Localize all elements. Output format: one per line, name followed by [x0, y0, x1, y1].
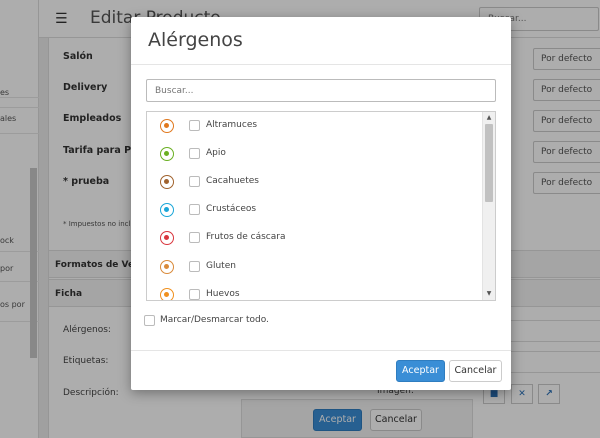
- list-item[interactable]: Crustáceos: [147, 196, 483, 224]
- nuts-icon: [160, 231, 174, 245]
- allergen-label: Huevos: [206, 289, 240, 299]
- allergen-checkbox[interactable]: [189, 289, 200, 300]
- gluten-icon: [160, 260, 174, 274]
- allergen-label: Gluten: [206, 261, 236, 271]
- celery-icon: [160, 147, 174, 161]
- scroll-up-icon[interactable]: ▲: [483, 113, 495, 123]
- allergen-checkbox[interactable]: [189, 261, 200, 272]
- list-item[interactable]: Altramuces: [147, 112, 483, 140]
- list-item[interactable]: Frutos de cáscara: [147, 224, 483, 252]
- allergen-label: Apio: [206, 148, 226, 158]
- allergen-checkbox[interactable]: [189, 176, 200, 187]
- peanut-icon: [160, 175, 174, 189]
- list-item[interactable]: Cacahuetes: [147, 168, 483, 196]
- accept-button[interactable]: Aceptar: [396, 360, 445, 382]
- allergen-list[interactable]: Altramuces Apio Cacahuetes Crustáceos Fr…: [146, 111, 496, 301]
- allergen-checkbox[interactable]: [189, 120, 200, 131]
- scroll-thumb[interactable]: [485, 124, 493, 202]
- allergen-label: Frutos de cáscara: [206, 232, 286, 242]
- modal-title: Alérgenos: [148, 29, 243, 51]
- allergen-label: Crustáceos: [206, 204, 257, 214]
- list-item[interactable]: Apio: [147, 140, 483, 168]
- egg-icon: [160, 288, 174, 300]
- modal-footer: Aceptar Cancelar: [131, 350, 511, 390]
- allergen-search-input[interactable]: [147, 80, 495, 101]
- lupin-icon: [160, 119, 174, 133]
- mark-all-checkbox[interactable]: [144, 315, 155, 326]
- allergen-label: Altramuces: [206, 120, 258, 130]
- cancel-button[interactable]: Cancelar: [449, 360, 502, 382]
- allergens-modal: Alérgenos Altramuces Apio Cacahuetes Cru…: [131, 17, 511, 390]
- allergen-list-scrollbar[interactable]: ▲ ▼: [482, 112, 495, 300]
- allergen-checkbox[interactable]: [189, 232, 200, 243]
- allergen-label: Cacahuetes: [206, 176, 259, 186]
- allergen-checkbox[interactable]: [189, 148, 200, 159]
- mark-all-label[interactable]: Marcar/Desmarcar todo.: [160, 315, 269, 325]
- allergen-search[interactable]: [146, 79, 496, 102]
- scroll-down-icon[interactable]: ▼: [483, 289, 495, 299]
- crustacean-icon: [160, 203, 174, 217]
- modal-header: Alérgenos: [131, 17, 511, 65]
- allergen-checkbox[interactable]: [189, 204, 200, 215]
- list-item[interactable]: Huevos: [147, 281, 483, 300]
- list-item[interactable]: Gluten: [147, 253, 483, 281]
